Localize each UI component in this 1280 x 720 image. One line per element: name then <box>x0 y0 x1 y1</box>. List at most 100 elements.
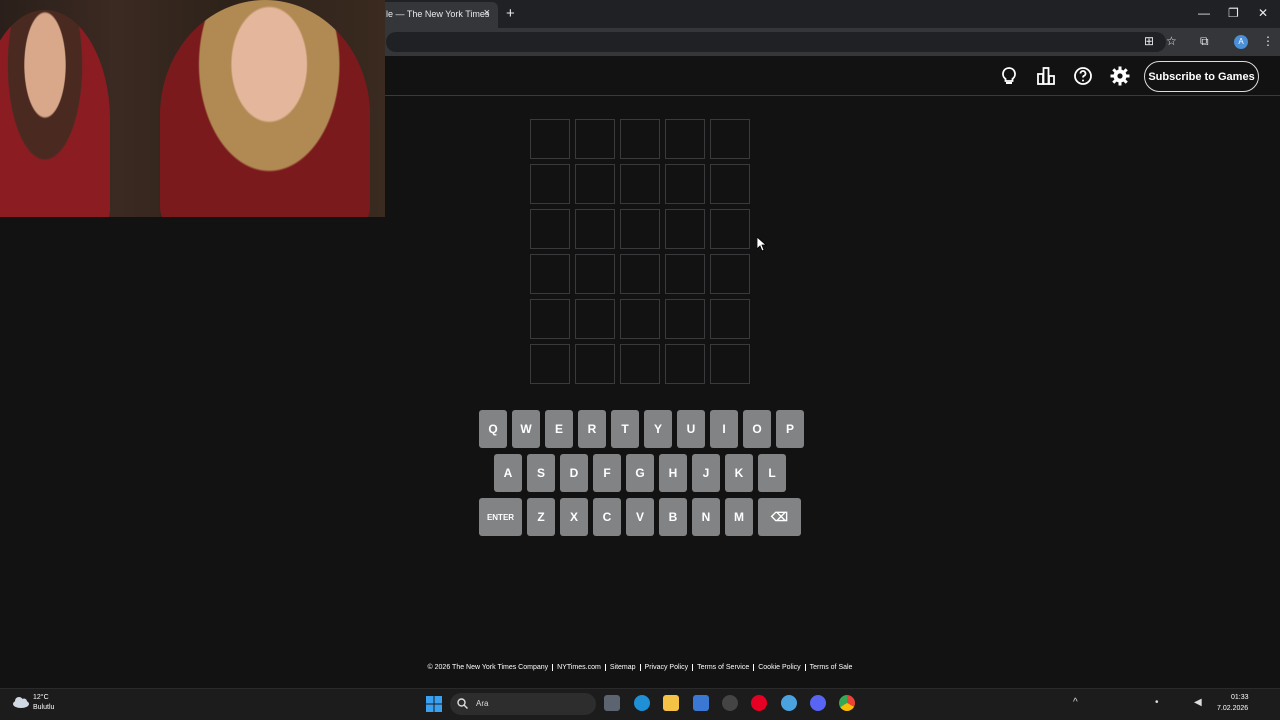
board-tile <box>620 119 660 159</box>
board-tile <box>620 299 660 339</box>
key-j[interactable]: J <box>692 454 720 492</box>
key-k[interactable]: K <box>725 454 753 492</box>
board-tile <box>575 254 615 294</box>
settings-app-icon[interactable] <box>722 695 738 711</box>
keyboard-row-3: ENTER Z X C V B N M ⌫ <box>479 498 801 536</box>
footer-link[interactable]: NYTimes.com <box>552 664 605 671</box>
extensions-icon[interactable]: ⧉ <box>1200 34 1209 49</box>
board-tile <box>665 119 705 159</box>
key-n[interactable]: N <box>692 498 720 536</box>
file-explorer-icon[interactable] <box>663 695 679 711</box>
board-tile <box>710 119 750 159</box>
key-c[interactable]: C <box>593 498 621 536</box>
discord-icon[interactable] <box>810 695 826 711</box>
board-tile <box>530 254 570 294</box>
key-l[interactable]: L <box>758 454 786 492</box>
board-tile <box>530 119 570 159</box>
board-tile <box>575 164 615 204</box>
key-q[interactable]: Q <box>479 410 507 448</box>
key-x[interactable]: X <box>560 498 588 536</box>
key-w[interactable]: W <box>512 410 540 448</box>
key-i[interactable]: I <box>710 410 738 448</box>
key-backspace[interactable]: ⌫ <box>758 498 801 536</box>
weather-temperature[interactable]: 12°C <box>33 694 49 701</box>
new-tab-icon[interactable]: + <box>506 5 515 22</box>
key-a[interactable]: A <box>494 454 522 492</box>
pinterest-icon[interactable] <box>751 695 767 711</box>
key-e[interactable]: E <box>545 410 573 448</box>
board-tile <box>665 209 705 249</box>
close-window-icon[interactable]: ✕ <box>1258 6 1268 20</box>
cloud-weather-icon[interactable] <box>12 696 30 708</box>
profile-avatar[interactable]: A <box>1234 35 1248 49</box>
key-p[interactable]: P <box>776 410 804 448</box>
taskbar-search[interactable] <box>450 693 596 715</box>
board-tile <box>665 254 705 294</box>
key-b[interactable]: B <box>659 498 687 536</box>
translate-icon[interactable]: ⊞ <box>1144 34 1154 48</box>
board-tile <box>710 164 750 204</box>
browser-tab[interactable]: le — The New York Times × <box>378 2 498 28</box>
board-tile <box>620 344 660 384</box>
key-h[interactable]: H <box>659 454 687 492</box>
footer-link[interactable]: Sitemap <box>604 664 640 671</box>
webcam-person-right <box>160 0 370 217</box>
board-tile <box>620 209 660 249</box>
board-tile <box>530 299 570 339</box>
key-z[interactable]: Z <box>527 498 555 536</box>
stats-icon[interactable] <box>1036 66 1056 86</box>
browser-menu-icon[interactable]: ⋮ <box>1262 34 1274 48</box>
webcam-person-left <box>0 10 110 217</box>
windows-start-icon[interactable] <box>426 696 442 712</box>
address-bar[interactable] <box>386 32 1166 52</box>
key-r[interactable]: R <box>578 410 606 448</box>
volume-icon[interactable]: ◀ <box>1194 697 1202 708</box>
footer-links: © 2026 The New York Times Company NYTimes… <box>428 664 852 671</box>
restore-icon[interactable]: ❐ <box>1228 6 1239 20</box>
key-v[interactable]: V <box>626 498 654 536</box>
board-tile <box>710 299 750 339</box>
footer-link[interactable]: Cookie Policy <box>753 664 804 671</box>
screen: le — The New York Times × + — ❐ ✕ ⊞ ☆ ⧉ … <box>0 0 1280 720</box>
bookmark-star-icon[interactable]: ☆ <box>1166 34 1177 48</box>
help-icon[interactable] <box>1073 66 1093 86</box>
key-y[interactable]: Y <box>644 410 672 448</box>
key-t[interactable]: T <box>611 410 639 448</box>
board-tile <box>710 209 750 249</box>
key-g[interactable]: G <box>626 454 654 492</box>
lightbulb-icon[interactable] <box>999 66 1019 86</box>
board-tile <box>575 209 615 249</box>
key-u[interactable]: U <box>677 410 705 448</box>
clock-time[interactable]: 01:33 <box>1231 694 1249 701</box>
clock-date[interactable]: 7.02.2026 <box>1217 705 1248 712</box>
board-tile <box>620 254 660 294</box>
footer-link[interactable]: Terms of Sale <box>804 664 857 671</box>
store-icon[interactable] <box>693 695 709 711</box>
microphone-icon[interactable]: • <box>1155 697 1159 708</box>
key-d[interactable]: D <box>560 454 588 492</box>
board-tile <box>620 164 660 204</box>
board-tile <box>665 299 705 339</box>
tray-chevron-icon[interactable]: ^ <box>1073 697 1078 708</box>
mouse-cursor-icon <box>757 237 767 252</box>
chrome-icon[interactable] <box>839 695 855 711</box>
edge-icon[interactable] <box>634 695 650 711</box>
settings-icon[interactable] <box>1110 66 1130 86</box>
footer-link[interactable]: © 2026 The New York Times Company <box>424 664 553 671</box>
key-enter[interactable]: ENTER <box>479 498 522 536</box>
key-m[interactable]: M <box>725 498 753 536</box>
task-view-icon[interactable] <box>604 695 620 711</box>
footer-link[interactable]: Privacy Policy <box>639 664 693 671</box>
subscribe-button[interactable]: Subscribe to Games <box>1144 61 1259 92</box>
board-tile <box>530 164 570 204</box>
minimize-icon[interactable]: — <box>1198 6 1210 20</box>
board-tile <box>530 344 570 384</box>
tab-close-icon[interactable]: × <box>484 7 490 19</box>
weather-description[interactable]: Bulutlu <box>33 704 54 711</box>
globe-app-icon[interactable] <box>781 695 797 711</box>
key-f[interactable]: F <box>593 454 621 492</box>
webcam-overlay <box>0 0 385 217</box>
key-s[interactable]: S <box>527 454 555 492</box>
footer-link[interactable]: Terms of Service <box>692 664 753 671</box>
key-o[interactable]: O <box>743 410 771 448</box>
